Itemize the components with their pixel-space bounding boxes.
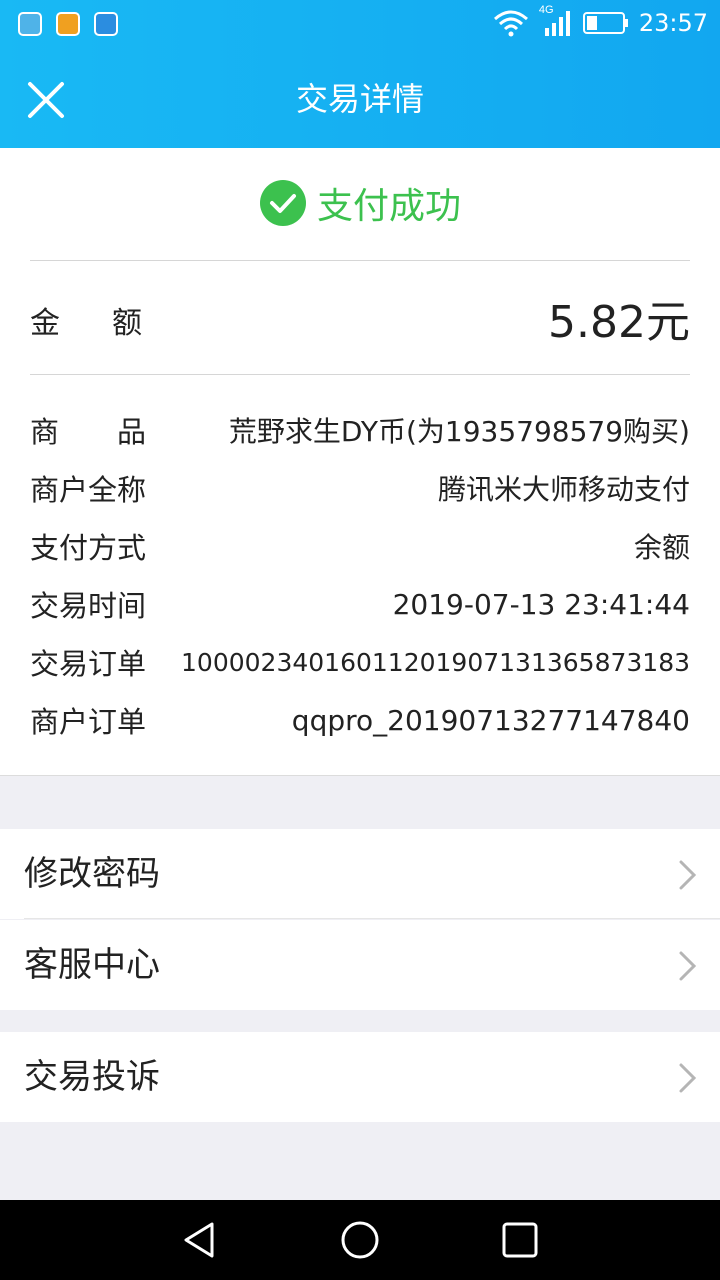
clock: 23:57 xyxy=(638,9,708,37)
chevron-right-icon xyxy=(679,860,697,890)
system-navigation-bar xyxy=(0,1200,720,1280)
amount-label: 金额 xyxy=(30,306,194,341)
detail-value: 10000234016011201907131365873183 xyxy=(181,647,690,677)
detail-value: qqpro_20190713277147840 xyxy=(291,703,690,737)
notification-icons xyxy=(18,12,118,36)
detail-value: 余额 xyxy=(633,531,690,564)
detail-row-payment-method: 支付方式 余额 xyxy=(30,524,690,568)
menu-item-label: 客服中心 xyxy=(24,945,160,985)
change-password-item[interactable]: 修改密码 xyxy=(0,829,720,919)
customer-service-item[interactable]: 客服中心 xyxy=(0,920,720,1010)
status-bar: 4G 23:57 xyxy=(0,0,720,50)
payment-status: 支付成功 xyxy=(0,178,720,228)
detail-label: 商品 xyxy=(30,415,205,449)
divider xyxy=(30,374,690,375)
detail-label: 交易时间 xyxy=(30,589,147,623)
detail-value: 腾讯米大师移动支付 xyxy=(437,473,690,506)
status-indicators: 4G 23:57 xyxy=(493,4,708,38)
map-app-icon xyxy=(56,12,80,36)
detail-row-time: 交易时间 2019-07-13 23:41:44 xyxy=(30,582,690,626)
home-button[interactable] xyxy=(340,1220,380,1260)
recent-apps-button[interactable] xyxy=(500,1220,540,1260)
divider xyxy=(24,918,720,919)
health-app-icon xyxy=(94,12,118,36)
transaction-complaint-item[interactable]: 交易投诉 xyxy=(0,1032,720,1122)
header: 交易详情 xyxy=(0,50,720,148)
battery-icon xyxy=(582,12,628,34)
menu-item-label: 修改密码 xyxy=(24,854,160,894)
back-triangle-icon xyxy=(184,1222,214,1258)
detail-label: 商户订单 xyxy=(30,705,147,739)
detail-row-product: 商品 荒野求生DY币(为1935798579购买) xyxy=(30,408,690,452)
detail-row-merchant-order: 商户订单 qqpro_20190713277147840 xyxy=(30,698,690,742)
detail-value: 2019-07-13 23:41:44 xyxy=(392,587,690,621)
detail-row-transaction-order: 交易订单 10000234016011201907131365873183 xyxy=(30,640,690,684)
detail-label: 商户全称 xyxy=(30,473,147,507)
chevron-right-icon xyxy=(679,1063,697,1093)
divider xyxy=(30,260,690,261)
detail-row-merchant: 商户全称 腾讯米大师移动支付 xyxy=(30,466,690,510)
amount-value: 5.82元 xyxy=(548,297,690,348)
cellular-signal-icon: 4G xyxy=(539,4,573,38)
menu-item-label: 交易投诉 xyxy=(24,1057,160,1097)
detail-label: 支付方式 xyxy=(30,531,147,565)
transaction-card: 支付成功 金额 5.82元 商品 荒野求生DY币(为1935798579购买) … xyxy=(0,148,720,776)
payment-status-text: 支付成功 xyxy=(316,186,461,227)
detail-label: 交易订单 xyxy=(30,647,147,681)
chevron-right-icon xyxy=(679,951,697,981)
page-title: 交易详情 xyxy=(295,80,424,118)
detail-value: 荒野求生DY币(为1935798579购买) xyxy=(228,415,690,448)
cleaner-app-icon xyxy=(18,12,42,36)
wifi-icon xyxy=(493,10,528,37)
check-circle-icon xyxy=(259,180,306,226)
back-button[interactable] xyxy=(180,1220,220,1260)
recent-apps-square-icon xyxy=(502,1222,538,1258)
home-circle-icon xyxy=(341,1221,379,1259)
